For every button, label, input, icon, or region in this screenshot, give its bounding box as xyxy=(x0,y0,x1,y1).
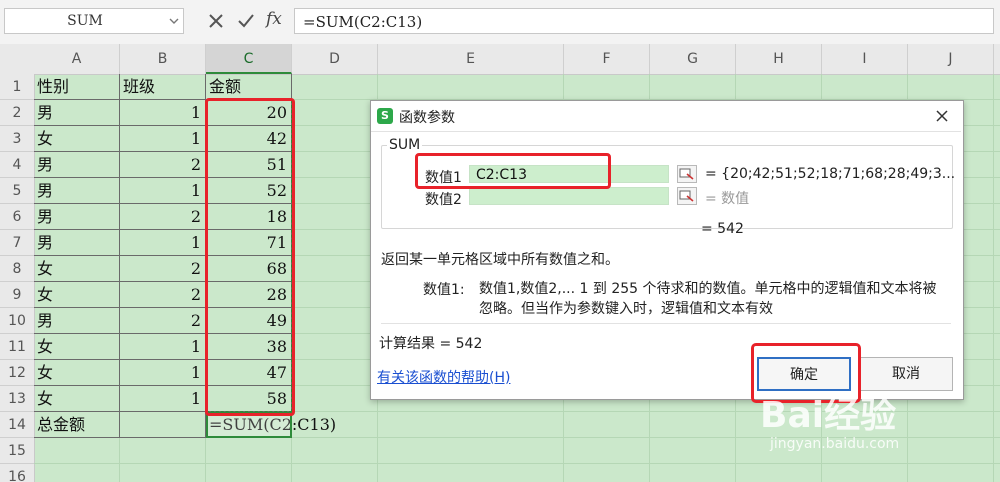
close-icon[interactable] xyxy=(933,107,951,125)
cell-gender[interactable]: 女 xyxy=(34,126,120,152)
arg2-label: 数值2 xyxy=(425,192,462,208)
row-header-11[interactable]: 11 xyxy=(0,334,34,360)
calc-result: 计算结果 = 542 xyxy=(379,336,483,352)
formula-bar: SUM fx =SUM(C2:C13) xyxy=(0,0,1000,45)
cell-class[interactable]: 2 xyxy=(120,152,206,178)
cell-gender[interactable]: 男 xyxy=(34,308,120,334)
name-box-value: SUM xyxy=(67,13,103,29)
column-header-h[interactable]: H xyxy=(736,44,822,74)
cell-gender[interactable]: 女 xyxy=(34,386,120,412)
row-header-4[interactable]: 4 xyxy=(0,152,34,178)
formula-text: =SUM(C2:C13) xyxy=(303,13,423,31)
column-header-e[interactable]: E xyxy=(378,44,564,74)
name-box[interactable]: SUM xyxy=(4,8,184,34)
row-header-1[interactable]: 1 xyxy=(0,74,34,100)
watermark: Bai经验 jingyan.baidu.com xyxy=(760,386,960,466)
cell-class[interactable]: 1 xyxy=(120,360,206,386)
row-header-10[interactable]: 10 xyxy=(0,308,34,334)
cell-class[interactable]: 2 xyxy=(120,282,206,308)
watermark-logo: Bai经验 xyxy=(760,395,897,436)
row-header-9[interactable]: 9 xyxy=(0,282,34,308)
cell-class[interactable]: 1 xyxy=(120,126,206,152)
chevron-down-icon[interactable] xyxy=(169,17,179,25)
column-header-c[interactable]: C xyxy=(206,44,292,74)
row-header-14[interactable]: 14 xyxy=(0,412,34,438)
header-cell-gender[interactable]: 性别 xyxy=(34,74,120,100)
cell-gender[interactable]: 女 xyxy=(34,256,120,282)
arg2-ref-button[interactable] xyxy=(677,187,697,205)
cell-gender[interactable]: 男 xyxy=(34,100,120,126)
cell-gender[interactable]: 女 xyxy=(34,334,120,360)
arg1-annotation-highlight xyxy=(415,153,611,189)
cell-class[interactable]: 1 xyxy=(120,386,206,412)
header-cell-amount[interactable]: 金额 xyxy=(206,74,292,100)
arg1-ref-button[interactable] xyxy=(677,165,697,183)
function-name: SUM xyxy=(387,137,423,153)
cell-gender[interactable]: 男 xyxy=(34,204,120,230)
cell-class[interactable]: 2 xyxy=(120,204,206,230)
column-header-f[interactable]: F xyxy=(564,44,650,74)
row-header-8[interactable]: 8 xyxy=(0,256,34,282)
function-description: 返回某一单元格区域中所有数值之和。 xyxy=(381,252,619,268)
cell-gender[interactable]: 男 xyxy=(34,230,120,256)
arg2-input[interactable] xyxy=(469,187,669,205)
arg2-result: = 数值 xyxy=(705,191,750,207)
cell-gender[interactable]: 女 xyxy=(34,360,120,386)
column-header-g[interactable]: G xyxy=(650,44,736,74)
cell-class[interactable]: 1 xyxy=(120,178,206,204)
confirm-formula-icon[interactable] xyxy=(236,11,256,31)
cancel-formula-icon[interactable] xyxy=(206,11,226,31)
dialog-title: 函数参数 xyxy=(399,110,455,126)
arg-desc-label: 数值1: xyxy=(423,282,465,298)
column-headers: ABCDEFGHIJ xyxy=(0,44,1000,75)
watermark-url: jingyan.baidu.com xyxy=(770,436,900,452)
empty-cell[interactable] xyxy=(120,412,206,438)
row-header-13[interactable]: 13 xyxy=(0,386,34,412)
cell-class[interactable]: 1 xyxy=(120,230,206,256)
cell-class[interactable]: 2 xyxy=(120,308,206,334)
cell-gender[interactable]: 男 xyxy=(34,152,120,178)
range-select-icon xyxy=(679,168,694,180)
column-header-a[interactable]: A xyxy=(34,44,120,74)
row-header-6[interactable]: 6 xyxy=(0,204,34,230)
column-header-d[interactable]: D xyxy=(292,44,378,74)
column-header-b[interactable]: B xyxy=(120,44,206,74)
cell-gender[interactable]: 女 xyxy=(34,282,120,308)
row-header-3[interactable]: 3 xyxy=(0,126,34,152)
cell-gender[interactable]: 男 xyxy=(34,178,120,204)
row-header-2[interactable]: 2 xyxy=(0,100,34,126)
divider xyxy=(381,323,951,324)
function-arguments-dialog: S 函数参数 SUM 数值1 C2:C13 = {20;42;51;52;18;… xyxy=(370,100,964,403)
gridline xyxy=(993,74,994,482)
dialog-titlebar[interactable]: S 函数参数 xyxy=(371,101,961,132)
column-header-j[interactable]: J xyxy=(908,44,994,74)
cell-class[interactable]: 1 xyxy=(120,100,206,126)
row-headers: 1 2 3 4 5 6 7 8 9 10 11 12 13 14 15 16 xyxy=(0,74,35,482)
row-header-12[interactable]: 12 xyxy=(0,360,34,386)
insert-function-icon[interactable]: fx xyxy=(266,9,282,29)
row-header-16[interactable]: 16 xyxy=(0,464,34,482)
row-header-7[interactable]: 7 xyxy=(0,230,34,256)
arg1-result: = {20;42;51;52;18;71;68;28;49;3... xyxy=(705,166,956,182)
header-cell-class[interactable]: 班级 xyxy=(120,74,206,100)
row-header-5[interactable]: 5 xyxy=(0,178,34,204)
help-link[interactable]: 有关该函数的帮助(H) xyxy=(377,367,510,387)
row-header-15[interactable]: 15 xyxy=(0,438,34,464)
total-label-cell[interactable]: 总金额 xyxy=(34,412,120,438)
cell-class[interactable]: 2 xyxy=(120,256,206,282)
arg-desc-text: 数值1,数值2,... 1 到 255 个待求和的数值。单元格中的逻辑值和文本将… xyxy=(479,281,937,317)
column-annotation-highlight xyxy=(205,98,295,416)
range-select-icon xyxy=(679,190,694,202)
app-logo-icon: S xyxy=(377,108,393,124)
column-header-i[interactable]: I xyxy=(822,44,908,74)
cell-class[interactable]: 1 xyxy=(120,334,206,360)
result-preview: = 542 xyxy=(701,221,744,237)
formula-input[interactable]: =SUM(C2:C13) xyxy=(294,8,994,34)
